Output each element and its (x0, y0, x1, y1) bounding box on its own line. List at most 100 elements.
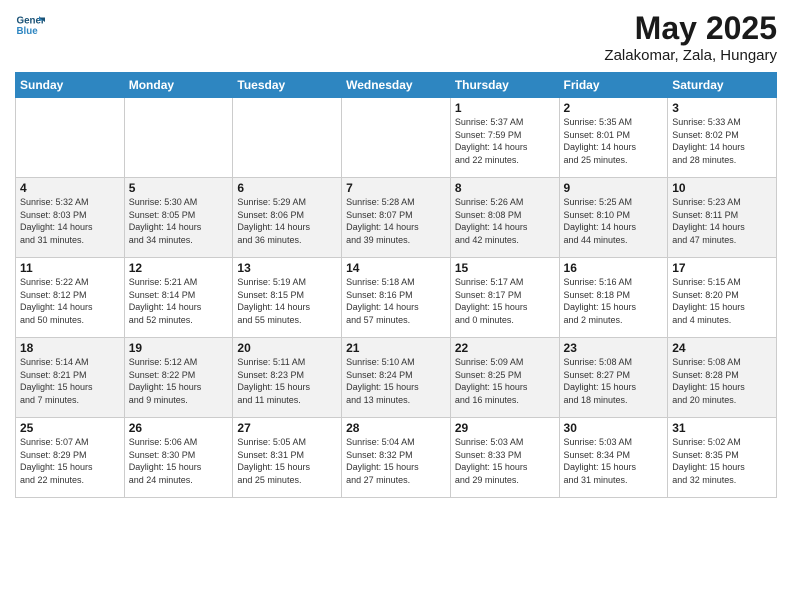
calendar-week-row: 11Sunrise: 5:22 AM Sunset: 8:12 PM Dayli… (16, 258, 777, 338)
day-info: Sunrise: 5:09 AM Sunset: 8:25 PM Dayligh… (455, 356, 555, 406)
day-number: 24 (672, 341, 772, 355)
calendar-day-cell: 28Sunrise: 5:04 AM Sunset: 8:32 PM Dayli… (342, 418, 451, 498)
svg-text:General: General (17, 16, 46, 27)
calendar-day-cell: 27Sunrise: 5:05 AM Sunset: 8:31 PM Dayli… (233, 418, 342, 498)
day-info: Sunrise: 5:14 AM Sunset: 8:21 PM Dayligh… (20, 356, 120, 406)
day-number: 7 (346, 181, 446, 195)
calendar-day-cell (233, 98, 342, 178)
calendar-week-row: 4Sunrise: 5:32 AM Sunset: 8:03 PM Daylig… (16, 178, 777, 258)
calendar-day-cell: 26Sunrise: 5:06 AM Sunset: 8:30 PM Dayli… (124, 418, 233, 498)
calendar-table: SundayMondayTuesdayWednesdayThursdayFrid… (15, 72, 777, 498)
calendar-day-cell: 24Sunrise: 5:08 AM Sunset: 8:28 PM Dayli… (668, 338, 777, 418)
day-info: Sunrise: 5:32 AM Sunset: 8:03 PM Dayligh… (20, 196, 120, 246)
day-number: 13 (237, 261, 337, 275)
calendar-day-cell: 10Sunrise: 5:23 AM Sunset: 8:11 PM Dayli… (668, 178, 777, 258)
day-info: Sunrise: 5:12 AM Sunset: 8:22 PM Dayligh… (129, 356, 229, 406)
calendar-day-cell: 23Sunrise: 5:08 AM Sunset: 8:27 PM Dayli… (559, 338, 668, 418)
calendar-day-cell: 15Sunrise: 5:17 AM Sunset: 8:17 PM Dayli… (450, 258, 559, 338)
day-number: 25 (20, 421, 120, 435)
calendar-day-cell (342, 98, 451, 178)
calendar-day-cell: 25Sunrise: 5:07 AM Sunset: 8:29 PM Dayli… (16, 418, 125, 498)
calendar-day-cell (124, 98, 233, 178)
day-number: 9 (564, 181, 664, 195)
calendar-week-row: 1Sunrise: 5:37 AM Sunset: 7:59 PM Daylig… (16, 98, 777, 178)
calendar-day-cell: 2Sunrise: 5:35 AM Sunset: 8:01 PM Daylig… (559, 98, 668, 178)
calendar-day-cell: 7Sunrise: 5:28 AM Sunset: 8:07 PM Daylig… (342, 178, 451, 258)
title-area: May 2025 Zalakomar, Zala, Hungary (604, 10, 777, 64)
calendar-day-cell: 13Sunrise: 5:19 AM Sunset: 8:15 PM Dayli… (233, 258, 342, 338)
weekday-header: Wednesday (342, 73, 451, 98)
day-number: 31 (672, 421, 772, 435)
day-info: Sunrise: 5:35 AM Sunset: 8:01 PM Dayligh… (564, 116, 664, 166)
day-info: Sunrise: 5:04 AM Sunset: 8:32 PM Dayligh… (346, 436, 446, 486)
day-info: Sunrise: 5:22 AM Sunset: 8:12 PM Dayligh… (20, 276, 120, 326)
page-header: General Blue May 2025 Zalakomar, Zala, H… (15, 10, 777, 64)
day-info: Sunrise: 5:26 AM Sunset: 8:08 PM Dayligh… (455, 196, 555, 246)
logo-icon: General Blue (15, 10, 45, 40)
day-number: 8 (455, 181, 555, 195)
day-info: Sunrise: 5:30 AM Sunset: 8:05 PM Dayligh… (129, 196, 229, 246)
calendar-day-cell (16, 98, 125, 178)
day-number: 14 (346, 261, 446, 275)
calendar-day-cell: 11Sunrise: 5:22 AM Sunset: 8:12 PM Dayli… (16, 258, 125, 338)
day-number: 17 (672, 261, 772, 275)
day-info: Sunrise: 5:15 AM Sunset: 8:20 PM Dayligh… (672, 276, 772, 326)
day-info: Sunrise: 5:33 AM Sunset: 8:02 PM Dayligh… (672, 116, 772, 166)
day-number: 16 (564, 261, 664, 275)
day-number: 18 (20, 341, 120, 355)
weekday-header-row: SundayMondayTuesdayWednesdayThursdayFrid… (16, 73, 777, 98)
weekday-header: Thursday (450, 73, 559, 98)
day-number: 20 (237, 341, 337, 355)
calendar-day-cell: 20Sunrise: 5:11 AM Sunset: 8:23 PM Dayli… (233, 338, 342, 418)
day-info: Sunrise: 5:03 AM Sunset: 8:33 PM Dayligh… (455, 436, 555, 486)
location-title: Zalakomar, Zala, Hungary (604, 47, 777, 64)
day-number: 12 (129, 261, 229, 275)
calendar-day-cell: 14Sunrise: 5:18 AM Sunset: 8:16 PM Dayli… (342, 258, 451, 338)
day-info: Sunrise: 5:06 AM Sunset: 8:30 PM Dayligh… (129, 436, 229, 486)
day-number: 29 (455, 421, 555, 435)
weekday-header: Tuesday (233, 73, 342, 98)
calendar-day-cell: 3Sunrise: 5:33 AM Sunset: 8:02 PM Daylig… (668, 98, 777, 178)
day-number: 2 (564, 101, 664, 115)
day-number: 30 (564, 421, 664, 435)
day-number: 22 (455, 341, 555, 355)
day-number: 10 (672, 181, 772, 195)
day-info: Sunrise: 5:11 AM Sunset: 8:23 PM Dayligh… (237, 356, 337, 406)
day-info: Sunrise: 5:07 AM Sunset: 8:29 PM Dayligh… (20, 436, 120, 486)
day-number: 19 (129, 341, 229, 355)
calendar-week-row: 18Sunrise: 5:14 AM Sunset: 8:21 PM Dayli… (16, 338, 777, 418)
calendar-day-cell: 19Sunrise: 5:12 AM Sunset: 8:22 PM Dayli… (124, 338, 233, 418)
month-title: May 2025 (604, 10, 777, 47)
calendar-day-cell: 17Sunrise: 5:15 AM Sunset: 8:20 PM Dayli… (668, 258, 777, 338)
day-number: 21 (346, 341, 446, 355)
day-info: Sunrise: 5:25 AM Sunset: 8:10 PM Dayligh… (564, 196, 664, 246)
day-number: 6 (237, 181, 337, 195)
calendar-day-cell: 22Sunrise: 5:09 AM Sunset: 8:25 PM Dayli… (450, 338, 559, 418)
day-info: Sunrise: 5:18 AM Sunset: 8:16 PM Dayligh… (346, 276, 446, 326)
svg-text:Blue: Blue (17, 26, 39, 37)
calendar-day-cell: 31Sunrise: 5:02 AM Sunset: 8:35 PM Dayli… (668, 418, 777, 498)
calendar-day-cell: 12Sunrise: 5:21 AM Sunset: 8:14 PM Dayli… (124, 258, 233, 338)
calendar-day-cell: 30Sunrise: 5:03 AM Sunset: 8:34 PM Dayli… (559, 418, 668, 498)
calendar-day-cell: 1Sunrise: 5:37 AM Sunset: 7:59 PM Daylig… (450, 98, 559, 178)
calendar-day-cell: 5Sunrise: 5:30 AM Sunset: 8:05 PM Daylig… (124, 178, 233, 258)
day-number: 26 (129, 421, 229, 435)
day-number: 5 (129, 181, 229, 195)
day-number: 27 (237, 421, 337, 435)
calendar-day-cell: 4Sunrise: 5:32 AM Sunset: 8:03 PM Daylig… (16, 178, 125, 258)
day-info: Sunrise: 5:17 AM Sunset: 8:17 PM Dayligh… (455, 276, 555, 326)
day-info: Sunrise: 5:05 AM Sunset: 8:31 PM Dayligh… (237, 436, 337, 486)
day-number: 11 (20, 261, 120, 275)
day-info: Sunrise: 5:37 AM Sunset: 7:59 PM Dayligh… (455, 116, 555, 166)
calendar-day-cell: 16Sunrise: 5:16 AM Sunset: 8:18 PM Dayli… (559, 258, 668, 338)
day-info: Sunrise: 5:10 AM Sunset: 8:24 PM Dayligh… (346, 356, 446, 406)
calendar-day-cell: 9Sunrise: 5:25 AM Sunset: 8:10 PM Daylig… (559, 178, 668, 258)
day-number: 1 (455, 101, 555, 115)
day-info: Sunrise: 5:08 AM Sunset: 8:27 PM Dayligh… (564, 356, 664, 406)
calendar-week-row: 25Sunrise: 5:07 AM Sunset: 8:29 PM Dayli… (16, 418, 777, 498)
day-number: 4 (20, 181, 120, 195)
day-info: Sunrise: 5:08 AM Sunset: 8:28 PM Dayligh… (672, 356, 772, 406)
calendar-day-cell: 18Sunrise: 5:14 AM Sunset: 8:21 PM Dayli… (16, 338, 125, 418)
day-number: 28 (346, 421, 446, 435)
day-number: 23 (564, 341, 664, 355)
